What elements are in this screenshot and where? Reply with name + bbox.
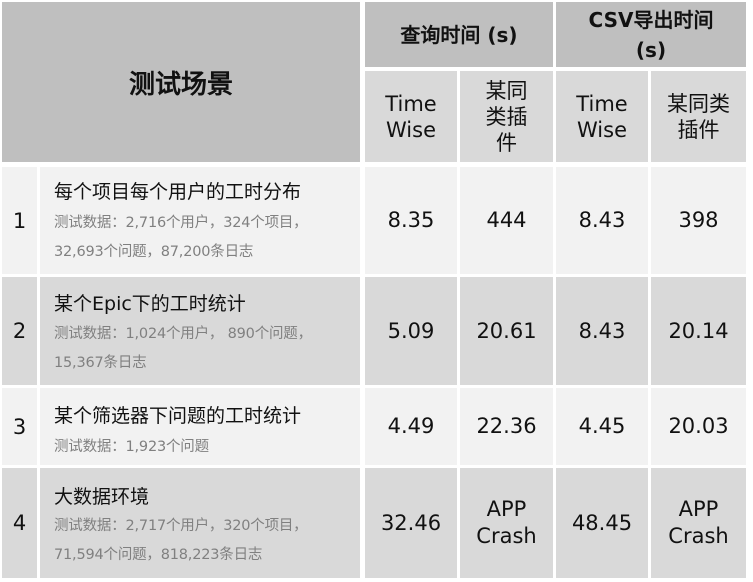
scenario-title: 某个Epic下的工时统计 [54, 293, 246, 315]
query-time-group-label: 查询时间 (s) [400, 22, 518, 47]
row-index: 2 [12, 319, 27, 343]
cell-value-line1: APP [486, 497, 527, 521]
row-3-csv-plugin: 20.03 [651, 388, 746, 465]
row-1-csv-timewise: 8.43 [556, 167, 648, 274]
row-3-query-plugin: 22.36 [460, 388, 553, 465]
cell-value: 48.45 [571, 510, 633, 535]
row-1-query-plugin: 444 [460, 167, 553, 274]
row-1-csv-plugin: 398 [651, 167, 746, 274]
row-4-scenario: 大数据环境 测试数据：2,717个用户，320个项目， 71,594个问题，81… [40, 468, 360, 578]
row-3-index: 3 [2, 388, 37, 465]
subheader-csv-plugin: 某同类 插件 [651, 71, 746, 162]
subheader-line: Wise [577, 117, 627, 142]
cell-value: 444 [486, 208, 527, 232]
header-csv-export-group: CSV导出时间 (s) [556, 2, 746, 67]
row-1-scenario: 每个项目每个用户的工时分布 测试数据：2,716个用户，324个项目， 32,6… [40, 167, 360, 274]
row-index: 1 [12, 208, 27, 233]
subheader-line: 类插 [485, 104, 528, 129]
subheader-line: Time [576, 91, 628, 116]
subheader-line: 插件 [677, 117, 720, 142]
scenario-desc-line1: 测试数据：2,716个用户，324个项目， [54, 215, 308, 231]
cell-value: 20.03 [668, 414, 729, 438]
cell-value: 8.35 [387, 208, 435, 232]
scenario-desc-line2: 32,693个问题，87,200条日志 [54, 244, 254, 260]
cell-value-line2: Crash [476, 524, 537, 548]
scenario-title: 某个筛选器下问题的工时统计 [54, 405, 302, 427]
row-3-scenario: 某个筛选器下问题的工时统计 测试数据：1,923个问题 [40, 388, 360, 465]
row-4-csv-plugin: APP Crash [651, 468, 746, 578]
cell-value: 398 [678, 208, 719, 232]
row-4-query-plugin: APP Crash [460, 468, 553, 578]
row-1-query-timewise: 8.35 [365, 167, 457, 274]
scenario-title: 每个项目每个用户的工时分布 [54, 181, 302, 203]
subheader-line: 某同类 [667, 91, 730, 116]
cell-value: 8.43 [578, 208, 626, 232]
subheader-query-timewise: Time Wise [365, 71, 457, 162]
cell-value: 4.45 [578, 414, 626, 438]
header-query-time-group: 查询时间 (s) [365, 2, 553, 67]
row-4-csv-timewise: 48.45 [556, 468, 648, 578]
cell-value: 22.36 [476, 414, 537, 438]
row-2-query-plugin: 20.61 [460, 277, 553, 385]
row-index: 3 [12, 414, 27, 439]
row-2-csv-plugin: 20.14 [651, 277, 746, 385]
scenario-desc-line2: 71,594个问题，818,223条日志 [54, 547, 263, 563]
cell-value: 32.46 [380, 510, 442, 535]
subheader-query-plugin: 某同 类插 件 [460, 71, 553, 162]
scenario-header-label: 测试场景 [128, 69, 233, 100]
cell-value: 4.49 [387, 414, 435, 438]
scenario-desc-line2: 15,367条日志 [54, 355, 147, 371]
csv-group-label-line1: CSV导出时间 [588, 7, 714, 32]
scenario-desc-line1: 测试数据：1,024个用户， 890个问题， [54, 326, 312, 342]
cell-value: 5.09 [387, 318, 435, 343]
subheader-line: Wise [386, 117, 436, 142]
row-1-index: 1 [2, 167, 37, 274]
row-3-csv-timewise: 4.45 [556, 388, 648, 465]
subheader-csv-timewise: Time Wise [556, 71, 648, 162]
subheader-line: Time [385, 91, 437, 116]
row-index: 4 [12, 511, 27, 535]
scenario-desc-line1: 测试数据：2,717个用户，320个项目， [54, 518, 308, 534]
row-3-query-timewise: 4.49 [365, 388, 457, 465]
row-2-query-timewise: 5.09 [365, 277, 457, 385]
header-scenario: 测试场景 [2, 2, 360, 162]
subheader-line: 某同 [485, 78, 528, 103]
cell-value-line2: Crash [668, 524, 729, 548]
row-2-scenario: 某个Epic下的工时统计 测试数据：1,024个用户， 890个问题， 15,3… [40, 277, 360, 385]
row-2-csv-timewise: 8.43 [556, 277, 648, 385]
scenario-desc-line1: 测试数据：1,923个问题 [54, 439, 209, 455]
cell-value-line1: APP [678, 497, 719, 521]
subheader-line: 件 [496, 130, 517, 155]
cell-value: 20.14 [668, 318, 729, 343]
csv-group-label-line2: (s) [635, 37, 667, 62]
row-2-index: 2 [2, 277, 37, 385]
cell-value: 8.43 [578, 318, 626, 343]
cell-value: 20.61 [476, 318, 537, 343]
row-4-index: 4 [2, 468, 37, 578]
row-4-query-timewise: 32.46 [365, 468, 457, 578]
scenario-title: 大数据环境 [54, 486, 150, 508]
